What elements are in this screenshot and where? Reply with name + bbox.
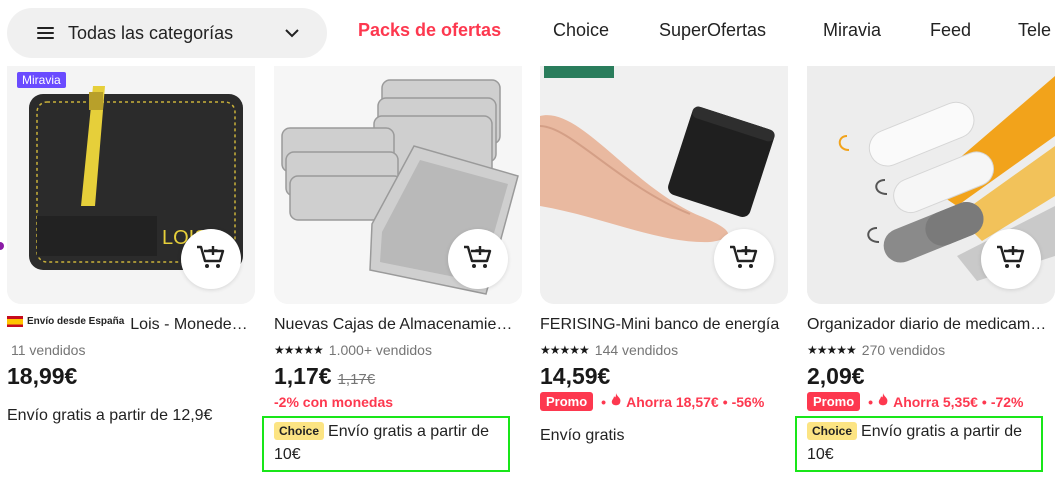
product-price: 1,17€ 1,17€ (274, 363, 376, 389)
savings-text: Ahorra 5,35€ (893, 393, 978, 410)
shipping-info: Envío gratis a partir de 12,9€ (7, 407, 213, 424)
all-categories-button[interactable]: Todas las categorías (7, 8, 327, 58)
nav-feed[interactable]: Feed (930, 20, 971, 41)
rating-stars-icon: ★★★★★ (807, 343, 857, 357)
flame-icon (610, 393, 622, 410)
rating-stars-icon: ★★★★★ (274, 343, 324, 357)
product-price: 2,09€ (807, 363, 865, 389)
cart-plus-icon (996, 244, 1026, 275)
nav-miravia[interactable]: Miravia (823, 20, 881, 41)
product-price: 18,99€ (7, 363, 78, 389)
product-card[interactable]: LOIS Miravia Envío desde España Lois - Mo… (7, 66, 255, 487)
nav-superofertas[interactable]: SuperOfertas (659, 20, 766, 41)
product-card[interactable]: FERISING-Mini banco de energía ★★★★★ 144… (540, 66, 788, 487)
promo-row: Promo • Ahorra 5,35€ • -72% (807, 392, 1024, 411)
product-image[interactable] (807, 66, 1055, 304)
sold-count: 1.000+ vendidos (328, 342, 432, 358)
add-to-cart-button[interactable] (448, 229, 508, 289)
rating-row: ★★★★★ 1.000+ vendidos (274, 342, 432, 358)
cart-plus-icon (196, 244, 226, 275)
flame-icon (877, 393, 889, 410)
sold-count: 270 vendidos (861, 342, 946, 358)
chevron-down-icon (285, 28, 299, 38)
rating-row: ★★★★★ 270 vendidos (807, 342, 945, 358)
product-image[interactable]: LOIS Miravia (7, 66, 255, 304)
menu-icon (37, 26, 54, 40)
shipping-info: Envío gratis (540, 427, 625, 444)
nav-packs-ofertas[interactable]: Packs de ofertas (358, 20, 501, 41)
sold-count: 144 vendidos (594, 342, 679, 358)
miravia-tag: Miravia (17, 72, 66, 88)
nav-tele[interactable]: Tele (1018, 20, 1051, 41)
product-image[interactable] (540, 66, 788, 304)
product-title[interactable]: Nuevas Cajas de Almacenamiento (274, 316, 518, 334)
coins-discount: -2% con monedas (274, 394, 394, 410)
all-categories-label: Todas las categorías (68, 22, 234, 43)
add-to-cart-button[interactable] (981, 229, 1041, 289)
product-title[interactable]: Organizador diario de medicamentos (807, 316, 1051, 334)
product-price: 14,59€ (540, 363, 611, 389)
shipping-info: Choice Envío gratis a partir de 10€ (262, 416, 510, 472)
original-price: 1,17€ (337, 371, 376, 388)
promo-badge: Promo (540, 392, 594, 411)
discount-percent: -72% (990, 393, 1024, 410)
choice-badge: Choice (807, 422, 858, 440)
spain-flag-icon (7, 316, 23, 327)
sold-count: 11 vendidos (11, 342, 86, 358)
choice-badge: Choice (274, 422, 325, 440)
cart-plus-icon (729, 244, 759, 275)
nav-choice[interactable]: Choice (553, 20, 609, 41)
shipping-info: Choice Envío gratis a partir de 10€ (795, 416, 1043, 472)
promo-row: Promo • Ahorra 18,57€ • -56% (540, 392, 764, 411)
discount-percent: -56% (731, 393, 765, 410)
product-title[interactable]: FERISING-Mini banco de energía (540, 316, 784, 334)
add-to-cart-button[interactable] (714, 229, 774, 289)
add-to-cart-button[interactable] (181, 229, 241, 289)
shipping-origin: Envío desde España (7, 316, 124, 327)
cart-plus-icon (463, 244, 493, 275)
carousel-edge-indicator (0, 242, 4, 250)
rating-row: ★★★★★ 144 vendidos (540, 342, 678, 358)
product-title[interactable]: Envío desde EspañaLois - Monedero de pie… (7, 316, 251, 334)
rating-stars-icon: ★★★★★ (540, 343, 590, 357)
product-card[interactable]: Nuevas Cajas de Almacenamiento ★★★★★ 1.0… (262, 66, 522, 487)
savings-text: Ahorra 18,57€ (626, 393, 719, 410)
promo-badge: Promo (807, 392, 861, 411)
product-image[interactable] (274, 66, 522, 304)
product-card[interactable]: Organizador diario de medicamentos ★★★★★… (795, 66, 1055, 487)
